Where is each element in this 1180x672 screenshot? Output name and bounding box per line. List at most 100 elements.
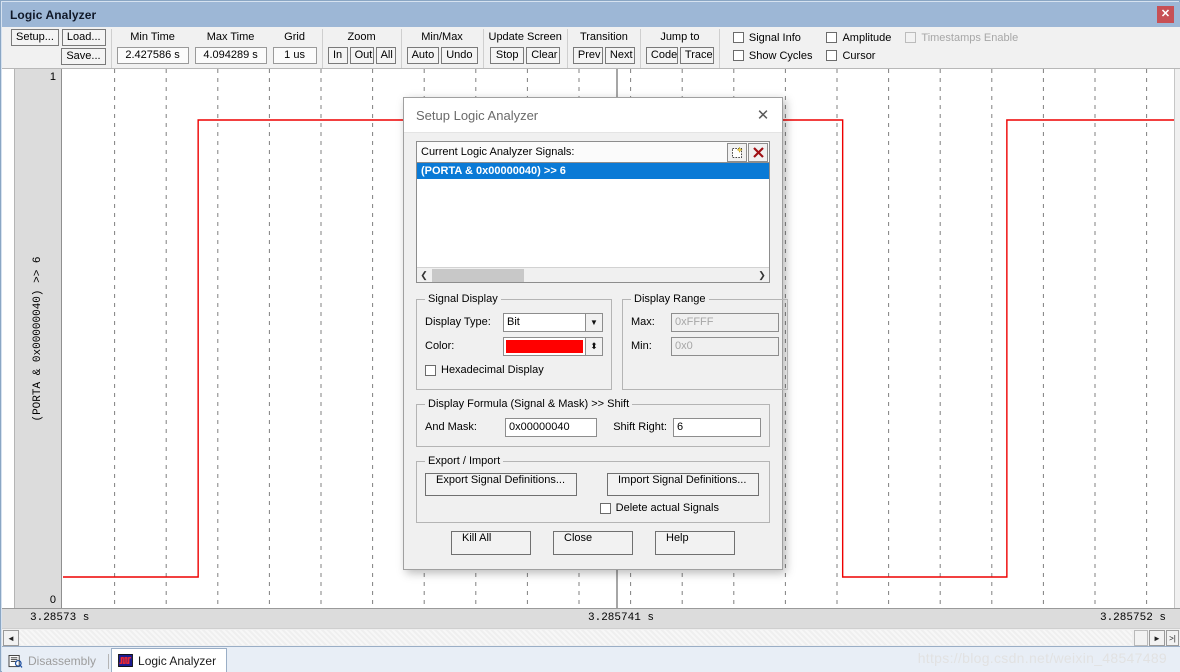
amplitude-label: Amplitude	[842, 31, 892, 44]
transition-next-button[interactable]: Next	[604, 47, 635, 64]
checkbox-box	[599, 502, 611, 514]
y-axis-signal-label: (PORTA & 0x00000040) >> 6	[32, 255, 44, 422]
transition-prev-button[interactable]: Prev	[572, 47, 603, 64]
timestamps-enable-checkbox: Timestamps Enable	[905, 32, 1018, 44]
min-time-label: Min Time	[130, 31, 175, 43]
signal-display-legend: Signal Display	[428, 293, 498, 305]
show-cycles-checkbox[interactable]: Show Cycles	[732, 49, 813, 62]
color-swatch	[506, 339, 583, 353]
toolbar-group-file: Setup... Load... Save...	[6, 29, 112, 68]
scrollbar-thumb[interactable]	[432, 268, 524, 282]
tab-logic-analyzer-label: Logic Analyzer	[138, 653, 217, 668]
and-mask-label: And Mask:	[425, 421, 477, 433]
import-signal-definitions-button[interactable]: Import Signal Definitions...	[607, 473, 759, 496]
chevron-down-icon: ▼	[585, 313, 602, 331]
toolbar-group-update: Update Screen Stop Clear	[484, 29, 568, 68]
horizontal-scrollbar[interactable]: ◄ ► >|	[2, 628, 1180, 646]
load-button[interactable]: Load...	[61, 29, 106, 46]
grid-label: Grid	[284, 31, 305, 43]
hexadecimal-display-label: Hexadecimal Display	[441, 364, 544, 376]
signals-list-header-label: Current Logic Analyzer Signals:	[421, 146, 575, 158]
kill-all-button[interactable]: Kill All	[451, 531, 531, 555]
toolbar-group-transition: Transition Prev Next	[568, 29, 641, 68]
max-time-label: Max Time	[206, 31, 255, 43]
tab-logic-analyzer[interactable]: Logic Analyzer	[111, 648, 228, 672]
tab-disassembly[interactable]: Disassembly	[2, 650, 106, 672]
and-mask-input[interactable]: 0x00000040	[505, 417, 597, 437]
toolbar-group-time: Min Time Max Time Grid 2.427586 s 4.0942…	[112, 29, 323, 68]
delete-actual-signals-checkbox[interactable]: Delete actual Signals	[599, 502, 719, 514]
update-stop-button[interactable]: Stop	[490, 47, 525, 64]
close-icon[interactable]: ✕	[1157, 6, 1174, 23]
timestamps-enable-label: Timestamps Enable	[921, 31, 1019, 44]
disassembly-icon	[8, 654, 23, 668]
checkbox-box	[905, 32, 917, 43]
save-button[interactable]: Save...	[61, 48, 106, 65]
toolbar-group-options: Signal Info Amplitude Timestamps Enable …	[720, 29, 1023, 68]
scroll-left-icon[interactable]: ◄	[3, 630, 19, 646]
grid-input[interactable]: 1 us	[272, 47, 317, 64]
transition-label: Transition	[579, 31, 628, 43]
zoom-in-button[interactable]: In	[327, 47, 348, 64]
signal-display-group: Signal Display Display Type: Bit ▼ Color…	[416, 293, 612, 390]
minmax-auto-button[interactable]: Auto	[406, 47, 440, 64]
minmax-undo-button[interactable]: Undo	[441, 47, 478, 64]
tab-separator	[108, 654, 110, 669]
display-range-group: Display Range Max: 0xFFFF Min: 0x0	[622, 293, 788, 390]
zoom-out-button[interactable]: Out	[349, 47, 374, 64]
jump-to-label: Jump to	[660, 31, 700, 43]
display-type-value: Bit	[507, 315, 520, 328]
range-min-label: Min:	[631, 340, 652, 352]
time-axis-right-label: 3.285752 s	[1099, 612, 1166, 624]
chevron-down-icon: ⬍	[585, 337, 602, 355]
signals-list-scrollbar[interactable]: ❮ ❯	[417, 267, 769, 282]
tab-disassembly-label: Disassembly	[28, 654, 97, 668]
setup-button[interactable]: Setup...	[11, 29, 59, 46]
close-button[interactable]: Close	[553, 531, 633, 555]
minmax-label: Min/Max	[421, 31, 463, 43]
scrollbar-track[interactable]	[19, 630, 1132, 645]
toolbar-group-zoom: Zoom In Out All	[323, 29, 402, 68]
close-icon[interactable]: ✕	[750, 102, 776, 128]
toolbar-group-minmax: Min/Max Auto Undo	[402, 29, 484, 68]
dialog-title: Setup Logic Analyzer	[416, 107, 539, 123]
show-cycles-label: Show Cycles	[748, 49, 813, 62]
new-signal-icon[interactable]	[727, 142, 747, 162]
jump-to-trace-button[interactable]: Trace	[679, 47, 714, 64]
checkbox-box	[826, 32, 838, 43]
delete-signal-icon[interactable]	[748, 142, 768, 162]
amplitude-checkbox[interactable]: Amplitude	[826, 32, 891, 44]
delete-actual-signals-label: Delete actual Signals	[615, 502, 719, 514]
dialog-body: Current Logic Analyzer Signals: (PORTA &…	[404, 133, 788, 523]
scroll-to-end-icon[interactable]: >|	[1166, 630, 1179, 646]
scrollbar-thumb[interactable]	[1134, 630, 1148, 646]
cursor-label: Cursor	[842, 49, 876, 62]
cursor-checkbox[interactable]: Cursor	[826, 50, 891, 62]
help-button[interactable]: Help	[655, 531, 735, 555]
display-type-label: Display Type:	[425, 316, 491, 328]
range-max-input: 0xFFFF	[671, 312, 779, 332]
list-item[interactable]: (PORTA & 0x00000040) >> 6	[417, 163, 769, 179]
shift-right-input[interactable]: 6	[673, 417, 761, 437]
update-clear-button[interactable]: Clear	[526, 47, 561, 64]
min-time-input[interactable]: 2.427586 s	[116, 47, 189, 64]
color-label: Color:	[425, 340, 455, 352]
signal-info-label: Signal Info	[748, 31, 801, 44]
scroll-left-icon[interactable]: ❮	[417, 270, 431, 281]
max-time-input[interactable]: 4.094289 s	[194, 47, 267, 64]
signal-info-checkbox[interactable]: Signal Info	[732, 31, 813, 44]
signals-list[interactable]: (PORTA & 0x00000040) >> 6 ❮ ❯	[416, 163, 770, 283]
logic-analyzer-icon	[118, 654, 133, 667]
color-picker[interactable]: ⬍	[503, 336, 603, 356]
hexadecimal-display-checkbox[interactable]: Hexadecimal Display	[425, 364, 544, 376]
zoom-all-button[interactable]: All	[375, 47, 396, 64]
scroll-right-icon[interactable]: ❯	[755, 270, 769, 281]
scroll-right-icon[interactable]: ►	[1149, 630, 1165, 646]
toolbar-group-jumpto: Jump to Code Trace	[641, 29, 720, 68]
export-signal-definitions-button[interactable]: Export Signal Definitions...	[425, 473, 577, 496]
jump-to-code-button[interactable]: Code	[645, 47, 678, 64]
logic-analyzer-window: Logic Analyzer ✕ Setup... Load... Save..…	[0, 0, 1180, 672]
time-axis-left-label: 3.28573 s	[30, 612, 90, 624]
display-range-legend: Display Range	[634, 293, 706, 305]
display-type-select[interactable]: Bit ▼	[503, 312, 603, 332]
